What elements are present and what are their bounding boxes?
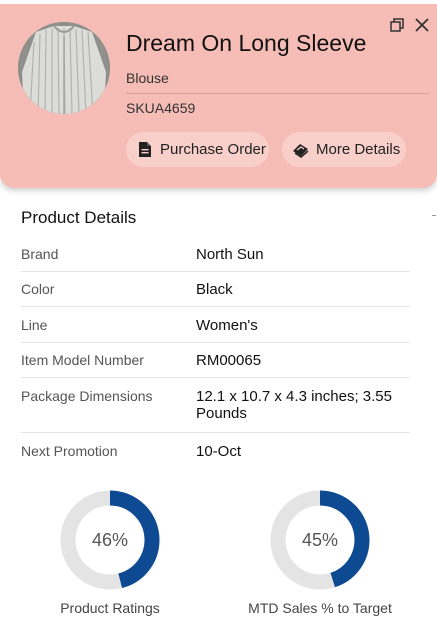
product-title: Dream On Long Sleeve	[126, 30, 367, 56]
product-ratings-gauge: 46%	[60, 490, 160, 590]
detail-label: Brand	[21, 246, 59, 262]
detail-row-promotion: Next Promotion 10-Oct	[21, 443, 410, 468]
gauge-label: Product Ratings	[60, 600, 160, 616]
more-details-label: More Details	[316, 141, 401, 158]
product-sku: SKUA4659	[126, 100, 196, 116]
product-image	[18, 22, 110, 114]
mtd-sales-gauge: 45%	[270, 490, 370, 590]
close-icon[interactable]	[414, 17, 432, 35]
header-top-strip	[0, 0, 437, 4]
restore-icon[interactable]	[389, 17, 407, 35]
header-divider	[126, 93, 429, 94]
more-details-button[interactable]: More Details	[282, 132, 406, 167]
books-icon	[292, 141, 310, 159]
detail-label: Next Promotion	[21, 443, 118, 459]
detail-label: Line	[21, 317, 48, 333]
detail-row-line: Line Women's	[21, 317, 410, 343]
gauge-percent: 45%	[301, 529, 339, 550]
detail-value: 12.1 x 10.7 x 4.3 inches; 3.55 Pounds	[196, 388, 392, 422]
detail-label: Color	[21, 281, 55, 297]
detail-label: Item Model Number	[21, 352, 144, 368]
detail-row-model: Item Model Number RM00065	[21, 352, 410, 378]
gauge-label: MTD Sales % to Target	[248, 600, 392, 616]
detail-value: 10-Oct	[196, 443, 242, 460]
detail-row-dimensions: Package Dimensions 12.1 x 10.7 x 4.3 inc…	[21, 388, 410, 433]
detail-row-color: Color Black	[21, 281, 410, 307]
purchase-order-label: Purchase Order	[160, 141, 266, 158]
detail-value: RM00065	[196, 352, 262, 369]
document-icon	[136, 141, 154, 159]
detail-value: Women's	[196, 317, 258, 334]
purchase-order-button[interactable]: Purchase Order	[126, 132, 269, 167]
gauge-percent: 46%	[91, 529, 129, 550]
product-header: Dream On Long Sleeve Blouse SKUA4659 Pur…	[0, 0, 437, 188]
scrollbar-hint	[432, 215, 436, 216]
detail-row-brand: Brand North Sun	[21, 246, 410, 272]
detail-value: North Sun	[196, 246, 264, 263]
detail-label: Package Dimensions	[21, 388, 153, 404]
blouse-photo-icon	[18, 22, 110, 114]
product-card: Dream On Long Sleeve Blouse SKUA4659 Pur…	[0, 0, 437, 628]
product-category: Blouse	[126, 70, 169, 86]
detail-value: Black	[196, 281, 233, 298]
section-title: Product Details	[21, 208, 137, 227]
